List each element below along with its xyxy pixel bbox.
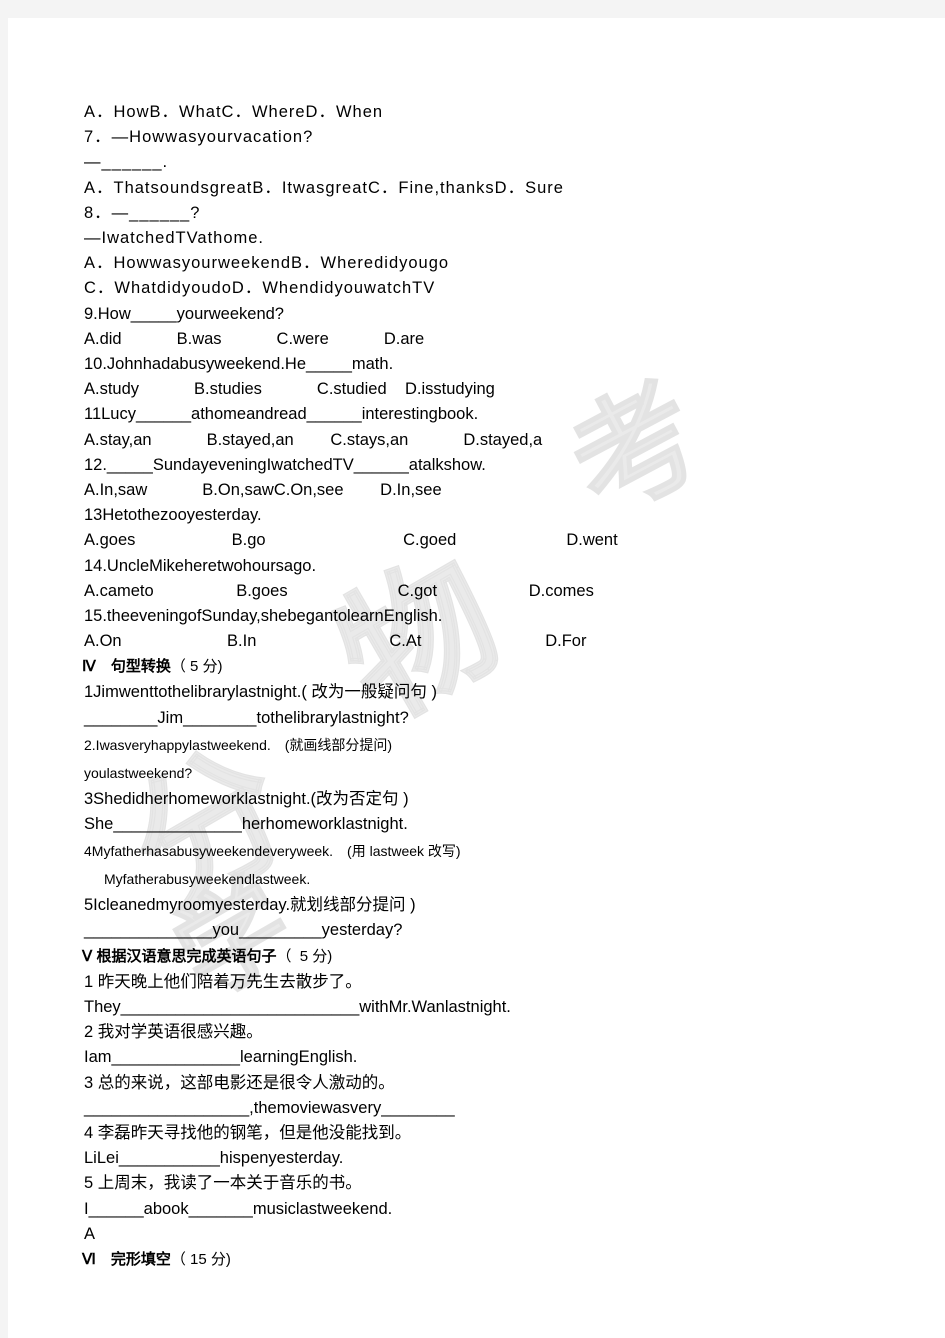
section-title-4: 句型转换 (110, 658, 171, 676)
choice-line-q14-options: A.cameto B.goes C.got D.comes (84, 581, 594, 600)
transform-item-2-prompt: 2.Iwasveryhappylastweekend. (就画线部分提问) (84, 736, 393, 753)
question-line-13: 13Hetothezooyesterday. (84, 506, 262, 525)
question-line-9: 9.How_____yourweekend? (84, 304, 284, 323)
section-points-6: （ 15 分) (170, 1250, 231, 1268)
translate-item-5-answer: I______abook_______musiclastweekend. (84, 1199, 393, 1218)
question-line-11: 11Lucy______athomeandread______interesti… (84, 405, 479, 424)
section-points-5: （ 5 分) (276, 947, 333, 965)
translate-item-1-answer: They__________________________withMr.Wan… (84, 997, 511, 1016)
section-heading-6: Ⅵ 完形填空（ 15 分) (8, 1247, 945, 1273)
question-line-15: 15.theeveningofSunday,shebegantolearnEng… (84, 607, 443, 626)
document-content: A．HowB．WhatC．WhereD．When 7．—Howwasyourva… (8, 18, 945, 1273)
translate-item-3-answer: __________________,themoviewasvery______… (84, 1098, 455, 1117)
choice-line-q6-options: A．HowB．WhatC．WhereD．When (84, 103, 384, 121)
section-numeral-6: Ⅵ (82, 1251, 96, 1268)
transform-item-5-prompt: 5Icleanedmyroomyesterday.就划线部分提问 ) (84, 896, 416, 915)
section-points-4: （ 5 分) (170, 658, 223, 676)
translate-item-4-chinese: 4 李磊昨天寻找他的钢笔，但是他没能找到。 (84, 1123, 412, 1142)
section-title-5: 根据汉语意思完成英语句子 (96, 947, 277, 965)
choice-line-q11-options: A.stay,an B.stayed,an C.stays,an D.staye… (84, 430, 543, 449)
transform-item-3-answer: She______________herhomeworklastnight. (84, 815, 408, 834)
choice-line-q7-options: A．ThatsoundsgreatB．ItwasgreatC．Fine,than… (84, 178, 564, 197)
translate-item-4-answer: LiLei___________hispenyesterday. (84, 1149, 344, 1168)
transform-item-2-answer: youlastweekend? (84, 764, 193, 781)
choice-line-q12-options: A.In,saw B.On,sawC.On,see D.In,see (84, 481, 442, 500)
choice-line-q10-options: A.study B.studies C.studied D.isstudying (84, 380, 495, 399)
translate-item-2-chinese: 2 我对学英语很感兴趣。 (84, 1023, 263, 1042)
translate-item-5-chinese: 5 上周末，我读了一本关于音乐的书。 (84, 1174, 362, 1193)
section-heading-4: Ⅳ 句型转换（ 5 分) (8, 654, 945, 680)
transform-item-5-answer: ______________you_________yesterday? (84, 921, 403, 940)
document-page: 考 物 分 学 A．HowB．WhatC．WhereD．When 7．—Howw… (8, 18, 945, 1338)
answer-line-8: —IwatchedTVathome. (84, 229, 265, 248)
choice-line-q13-options: A.goes B.go C.goed D.went (84, 531, 618, 550)
choice-line-q15-options: A.On B.In C.At D.For (84, 632, 587, 651)
choice-line-q8-options-ab: A．HowwasyourweekendB．Wheredidyougo (84, 254, 450, 273)
choice-line-q8-options-cd: C．WhatdidyoudoD．WhendidyouwatchTV (84, 279, 436, 298)
section-title-6: 完形填空 (110, 1250, 171, 1268)
section-numeral-5: Ⅴ (82, 948, 93, 965)
translate-item-3-chinese: 3 总的来说，这部电影还是很令人激动的。 (84, 1073, 395, 1092)
transform-item-4-answer: Myfatherabusyweekendlastweek. (104, 871, 311, 888)
question-line-14: 14.UncleMikeheretwohoursago. (84, 556, 317, 575)
question-line-8: 8．—______? (84, 203, 201, 222)
stray-answer-marker: A (84, 1224, 96, 1243)
question-line-10: 10.Johnhadabusyweekend.He_____math. (84, 355, 394, 374)
transform-item-3-prompt: 3Shedidherhomeworklastnight.(改为否定句 ) (84, 789, 409, 808)
transform-item-1-answer: ________Jim________tothelibrarylastnight… (84, 708, 409, 727)
translate-item-1-chinese: 1 昨天晚上他们陪着万先生去散步了。 (84, 972, 362, 991)
section-heading-5: Ⅴ 根据汉语意思完成英语句子（ 5 分) (8, 944, 945, 970)
section-numeral-4: Ⅳ (82, 659, 96, 676)
answer-blank-line-7: —______. (84, 153, 169, 172)
question-line-12: 12._____SundayeveningIwatchedTV______ata… (84, 455, 486, 474)
translate-item-2-answer: Iam______________learningEnglish. (84, 1048, 358, 1067)
transform-item-4-prompt: 4Myfatherhasabusyweekendeveryweek. (用 la… (84, 843, 461, 860)
question-line-7: 7．—Howwasyourvacation? (84, 128, 314, 147)
choice-line-q9-options: A.did B.was C.were D.are (84, 329, 425, 348)
transform-item-1-prompt: 1Jimwenttothelibrarylastnight.( 改为一般疑问句 … (84, 683, 438, 702)
